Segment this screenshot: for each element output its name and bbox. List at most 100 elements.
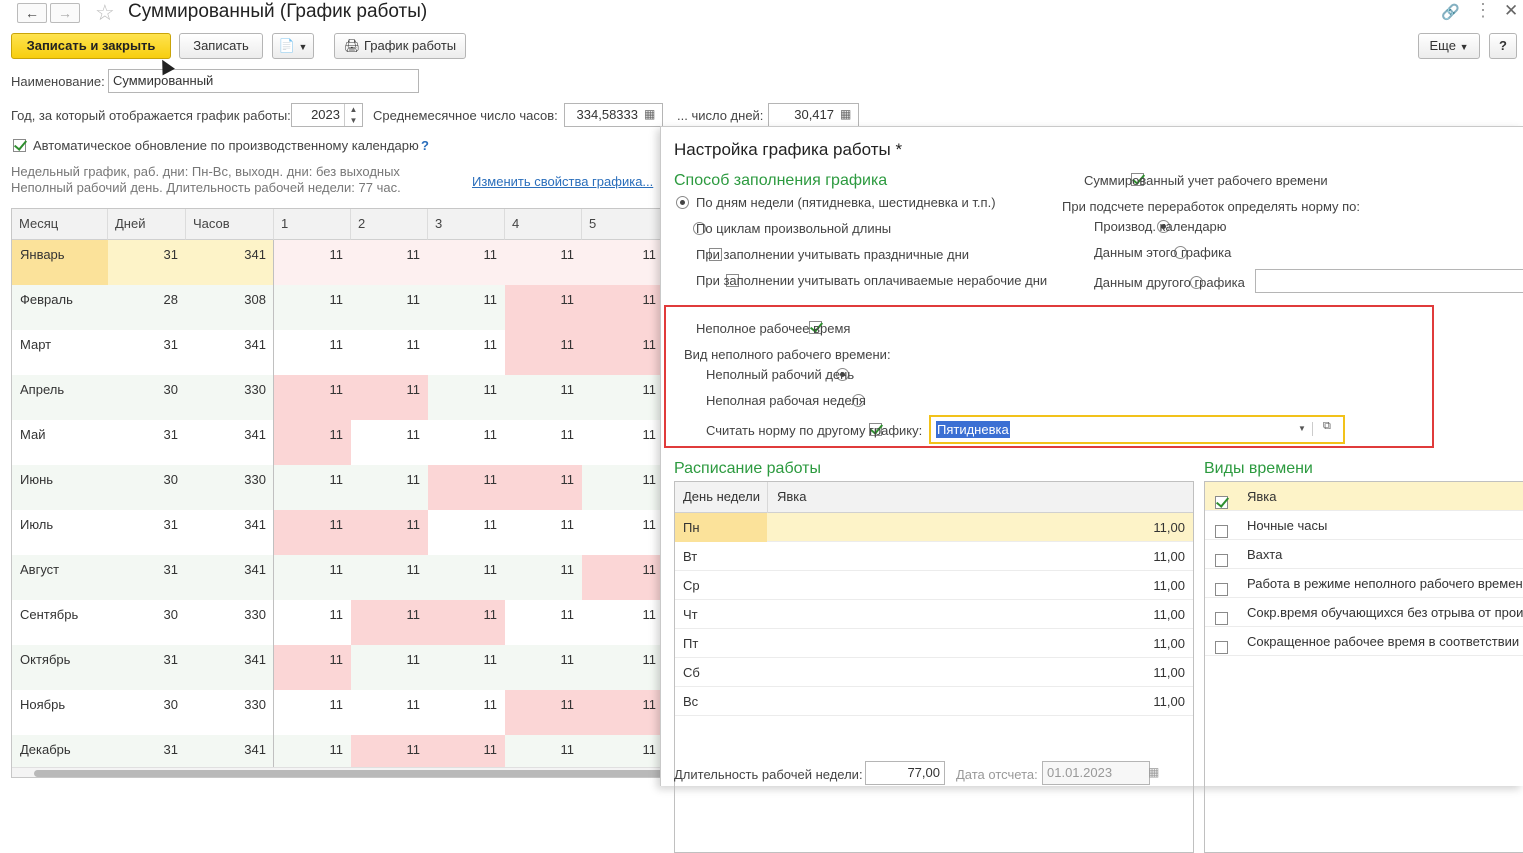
schedule-attend-value[interactable]: 11,00: [1153, 571, 1185, 600]
grid-cell-month[interactable]: Август: [12, 555, 108, 600]
grid-cell-day-value[interactable]: 11: [505, 510, 582, 555]
grid-cell-day-value[interactable]: 11: [428, 510, 505, 555]
help-icon[interactable]: ?: [421, 138, 429, 153]
col-header-day-1[interactable]: 1: [274, 209, 351, 240]
grid-cell-days[interactable]: 30: [108, 690, 186, 735]
grid-cell-month[interactable]: Июнь: [12, 465, 108, 510]
grid-cell-day-value[interactable]: 11: [274, 465, 351, 510]
grid-cell-month[interactable]: Октябрь: [12, 645, 108, 690]
grid-cell-month[interactable]: Ноябрь: [12, 690, 108, 735]
forward-arrow-icon[interactable]: →: [50, 3, 80, 23]
calendar-icon[interactable]: ▦: [1148, 765, 1159, 779]
grid-cell-days[interactable]: 31: [108, 645, 186, 690]
grid-cell-day-value[interactable]: 11: [351, 555, 428, 600]
time-type-item[interactable]: Явка: [1205, 482, 1523, 511]
schedule-day[interactable]: Пн: [675, 513, 767, 542]
col-header-day-4[interactable]: 4: [505, 209, 582, 240]
scrollbar-thumb[interactable]: [34, 770, 662, 777]
grid-cell-day-value[interactable]: 11: [428, 330, 505, 375]
schedule-row[interactable]: Вт 11,00: [675, 542, 1193, 571]
grid-cell-days[interactable]: 31: [108, 555, 186, 600]
grid-cell-days[interactable]: 31: [108, 240, 186, 285]
grid-cell-day-value[interactable]: 11: [274, 375, 351, 420]
grid-cell-day-value[interactable]: 11: [582, 330, 662, 375]
attachments-dropdown-button[interactable]: 📄 ▼: [272, 33, 314, 59]
grid-cell-day-value[interactable]: 11: [505, 285, 582, 330]
grid-cell-days[interactable]: 30: [108, 465, 186, 510]
grid-cell-hours[interactable]: 330: [186, 465, 274, 510]
schedule-attend-value[interactable]: 11,00: [1153, 600, 1185, 629]
grid-cell-day-value[interactable]: 11: [428, 240, 505, 285]
other-schedule-input[interactable]: [1255, 269, 1523, 293]
grid-cell-day-value[interactable]: 11: [582, 690, 662, 735]
col-header-days[interactable]: Дней: [108, 209, 186, 240]
horizontal-scrollbar[interactable]: [12, 767, 662, 777]
grid-cell-hours[interactable]: 330: [186, 600, 274, 645]
grid-cell-day-value[interactable]: 11: [351, 645, 428, 690]
grid-cell-day-value[interactable]: 11: [582, 240, 662, 285]
schedule-row[interactable]: Ср 11,00: [675, 571, 1193, 600]
grid-cell-days[interactable]: 31: [108, 330, 186, 375]
col-header-day-5[interactable]: 5: [582, 209, 662, 240]
more-vertical-icon[interactable]: ⋮: [1474, 0, 1492, 21]
grid-cell-day-value[interactable]: 11: [274, 285, 351, 330]
grid-cell-days[interactable]: 30: [108, 375, 186, 420]
grid-cell-day-value[interactable]: 11: [274, 645, 351, 690]
grid-cell-day-value[interactable]: 11: [351, 330, 428, 375]
chevron-down-icon[interactable]: ▼: [1298, 422, 1313, 436]
grid-cell-day-value[interactable]: 11: [274, 240, 351, 285]
link-icon[interactable]: 🔗: [1441, 3, 1460, 21]
schedule-day[interactable]: Сб: [675, 658, 767, 687]
grid-cell-day-value[interactable]: 11: [582, 465, 662, 510]
grid-cell-day-value[interactable]: 11: [428, 645, 505, 690]
grid-cell-day-value[interactable]: 11: [274, 420, 351, 465]
grid-cell-hours[interactable]: 341: [186, 240, 274, 285]
grid-cell-day-value[interactable]: 11: [351, 690, 428, 735]
schedule-attend-value[interactable]: 11,00: [1153, 513, 1185, 542]
grid-cell-day-value[interactable]: 11: [351, 600, 428, 645]
grid-cell-month[interactable]: Февраль: [12, 285, 108, 330]
schedule-row[interactable]: Сб 11,00: [675, 658, 1193, 687]
grid-cell-month[interactable]: Июль: [12, 510, 108, 555]
grid-cell-month[interactable]: Апрель: [12, 375, 108, 420]
grid-cell-day-value[interactable]: 11: [582, 645, 662, 690]
grid-cell-day-value[interactable]: 11: [505, 330, 582, 375]
save-button[interactable]: Записать: [179, 33, 263, 59]
open-icon[interactable]: ⧉: [1323, 420, 1331, 433]
grid-cell-hours[interactable]: 330: [186, 375, 274, 420]
time-type-item[interactable]: Вахта: [1205, 540, 1523, 569]
grid-cell-hours[interactable]: 341: [186, 510, 274, 555]
grid-cell-day-value[interactable]: 11: [274, 510, 351, 555]
time-type-checkbox[interactable]: [1215, 525, 1228, 538]
schedule-day[interactable]: Ср: [675, 571, 767, 600]
grid-cell-day-value[interactable]: 11: [351, 510, 428, 555]
grid-cell-hours[interactable]: 330: [186, 690, 274, 735]
grid-cell-hours[interactable]: 341: [186, 555, 274, 600]
grid-cell-day-value[interactable]: 11: [582, 510, 662, 555]
week-length-input[interactable]: 77,00: [865, 761, 945, 785]
grid-cell-day-value[interactable]: 11: [428, 600, 505, 645]
schedule-row[interactable]: Чт 11,00: [675, 600, 1193, 629]
time-type-item[interactable]: Сокращенное рабочее время в соответствии…: [1205, 627, 1523, 656]
grid-cell-month[interactable]: Май: [12, 420, 108, 465]
grid-cell-day-value[interactable]: 11: [351, 375, 428, 420]
star-icon[interactable]: ☆: [95, 0, 115, 26]
grid-cell-day-value[interactable]: 11: [428, 420, 505, 465]
schedule-table[interactable]: День недели Явка Пн 11,00 Вт 11,00 Ср 11,00 Чт…: [674, 481, 1194, 853]
grid-cell-day-value[interactable]: 11: [505, 375, 582, 420]
calculator-icon[interactable]: ▦: [840, 107, 851, 121]
norm-other-schedule-value[interactable]: Пятидневка: [936, 421, 1010, 438]
grid-cell-day-value[interactable]: 11: [582, 555, 662, 600]
col-header-day-3[interactable]: 3: [428, 209, 505, 240]
grid-cell-days[interactable]: 28: [108, 285, 186, 330]
print-schedule-button[interactable]: 🖨 График работы: [334, 33, 466, 59]
time-type-checkbox[interactable]: [1215, 641, 1228, 654]
change-properties-link[interactable]: Изменить свойства графика...: [472, 174, 653, 189]
year-spinner[interactable]: ▲ ▼: [344, 104, 362, 126]
grid-cell-hours[interactable]: 341: [186, 645, 274, 690]
help-button[interactable]: ?: [1489, 33, 1517, 59]
schedule-row[interactable]: Пн 11,00: [675, 513, 1193, 542]
grid-cell-day-value[interactable]: 11: [505, 600, 582, 645]
schedule-attend-value[interactable]: 11,00: [1153, 658, 1185, 687]
grid-cell-day-value[interactable]: 11: [505, 465, 582, 510]
